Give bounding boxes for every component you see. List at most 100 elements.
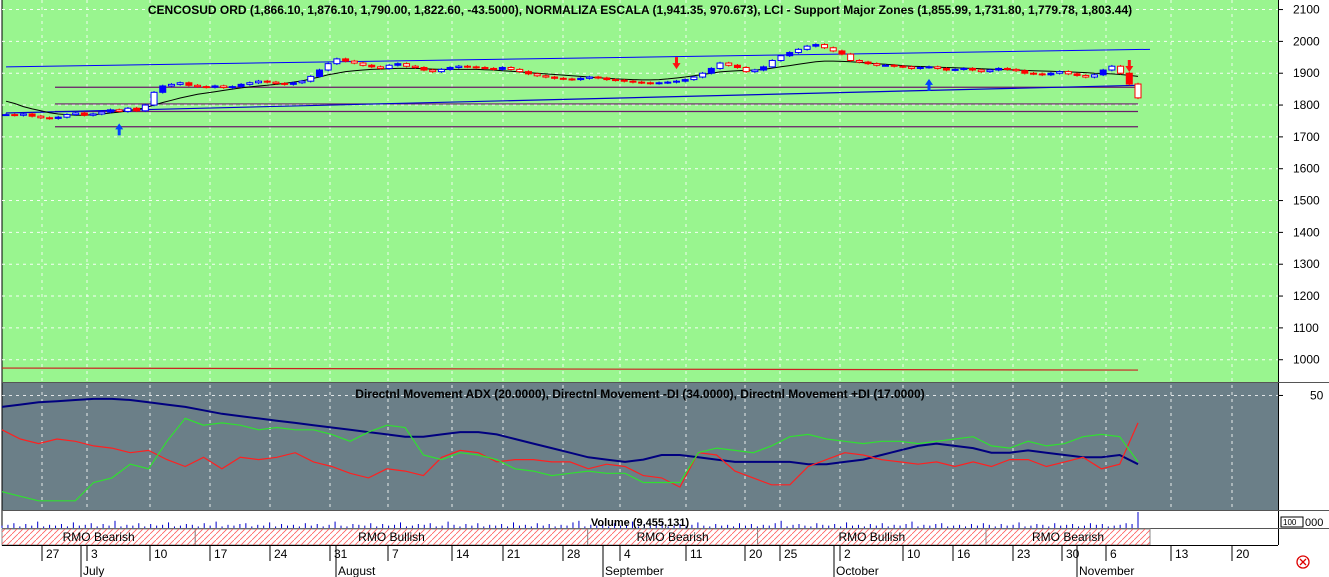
price-tick-label: 1300 xyxy=(1293,257,1320,271)
candle-body xyxy=(516,68,524,73)
candle-body xyxy=(350,60,358,64)
candle-body xyxy=(298,80,306,84)
candle-body xyxy=(403,63,411,67)
price-tick-label: 2100 xyxy=(1293,3,1320,17)
candle-body xyxy=(577,77,585,81)
x-day-label: 17 xyxy=(214,547,228,561)
candle-body xyxy=(838,50,846,55)
candle-body xyxy=(437,68,445,73)
x-day-label: 23 xyxy=(1017,547,1031,561)
candle-body xyxy=(690,76,698,81)
candle-body xyxy=(629,80,637,83)
candle-body xyxy=(1134,83,1142,99)
candle-body xyxy=(98,111,106,115)
candle-body xyxy=(1003,67,1011,70)
x-day-label: 27 xyxy=(46,547,60,561)
candle-body xyxy=(333,58,341,65)
x-day-label: 11 xyxy=(690,547,703,561)
candle-body xyxy=(376,66,384,69)
candle-body xyxy=(1125,72,1133,85)
candle-body xyxy=(80,112,88,116)
candle-body xyxy=(655,82,663,85)
candle-body xyxy=(37,115,45,119)
candle-body xyxy=(281,82,289,85)
candle-body xyxy=(942,67,950,71)
candle-body xyxy=(960,67,968,70)
candle-body xyxy=(646,82,654,85)
candle-body xyxy=(864,61,872,65)
rmo-band-label: RMO Bearish xyxy=(63,530,135,544)
candle-body xyxy=(995,67,1003,71)
price-tick-label: 1500 xyxy=(1293,194,1320,208)
candle-body xyxy=(1030,72,1038,75)
candle-body xyxy=(559,77,567,80)
candle-body xyxy=(150,91,158,106)
candle-body xyxy=(1056,71,1064,74)
x-axis-bg xyxy=(1150,545,1278,577)
candle-body xyxy=(133,107,141,112)
candle-body xyxy=(847,53,855,61)
volume-axis-box-label: 100 xyxy=(1283,518,1297,527)
candle-body xyxy=(1021,70,1029,74)
candle-body xyxy=(681,79,689,82)
candle-body xyxy=(1012,68,1020,72)
candle-body xyxy=(411,65,419,68)
candle-body xyxy=(255,80,263,84)
candle-body xyxy=(63,114,71,118)
adx-panel-title: Directnl Movement ADX (20.0000), Directn… xyxy=(355,387,924,401)
candle-body xyxy=(1090,74,1098,78)
candle-body xyxy=(899,65,907,68)
price-tick-label: 2000 xyxy=(1293,34,1320,48)
candle-body xyxy=(551,76,559,79)
candle-body xyxy=(524,71,532,75)
x-day-label: 16 xyxy=(957,547,971,561)
candle-body xyxy=(289,82,297,85)
candle-body xyxy=(908,66,916,69)
candle-body xyxy=(11,114,19,117)
candle-body xyxy=(368,64,376,68)
candle-body xyxy=(315,69,323,77)
candle-body xyxy=(106,109,114,113)
corner-close-icon[interactable] xyxy=(1296,555,1310,569)
candle-body xyxy=(707,67,715,74)
candle-body xyxy=(115,109,123,112)
candle-body xyxy=(664,81,672,84)
candle-body xyxy=(1117,65,1125,74)
candle-body xyxy=(72,112,80,116)
candle-body xyxy=(202,86,210,89)
candle-body xyxy=(167,83,175,87)
x-day-label: 24 xyxy=(274,547,288,561)
candle-body xyxy=(821,44,829,49)
candle-body xyxy=(855,59,863,63)
volume-axis-label: 000 xyxy=(1305,517,1323,529)
candle-body xyxy=(237,83,245,88)
x-day-label: 10 xyxy=(154,547,168,561)
candle-body xyxy=(159,85,167,93)
x-day-label: 14 xyxy=(456,547,470,561)
x-day-label: 28 xyxy=(567,547,581,561)
candle-body xyxy=(490,67,498,70)
candle-body xyxy=(1064,71,1072,75)
candle-body xyxy=(455,65,463,68)
chart-canvas: RMO Bearish RMO Bullish RMO Bearish RMO Bul… xyxy=(1,0,1329,577)
candle-body xyxy=(951,68,959,71)
rmo-band-label: RMO Bullish xyxy=(358,530,425,544)
candle-body xyxy=(481,66,489,69)
price-tick-label: 1400 xyxy=(1293,225,1320,239)
candle-body xyxy=(185,82,193,86)
candle-body xyxy=(733,64,741,68)
adx-panel-bg xyxy=(2,382,1278,510)
candle-body xyxy=(925,66,933,69)
candle-body xyxy=(638,81,646,84)
candle-body xyxy=(464,65,472,68)
price-tick-label: 1600 xyxy=(1293,162,1320,176)
x-month-label: August xyxy=(338,564,376,577)
candle-body xyxy=(873,63,881,66)
candle-body xyxy=(176,82,184,85)
x-day-label: 7 xyxy=(392,547,399,561)
candle-body xyxy=(672,80,680,83)
candle-body xyxy=(507,66,515,70)
x-day-label: 6 xyxy=(1110,547,1117,561)
candle-body xyxy=(1038,73,1046,76)
x-day-label: 3 xyxy=(91,547,98,561)
